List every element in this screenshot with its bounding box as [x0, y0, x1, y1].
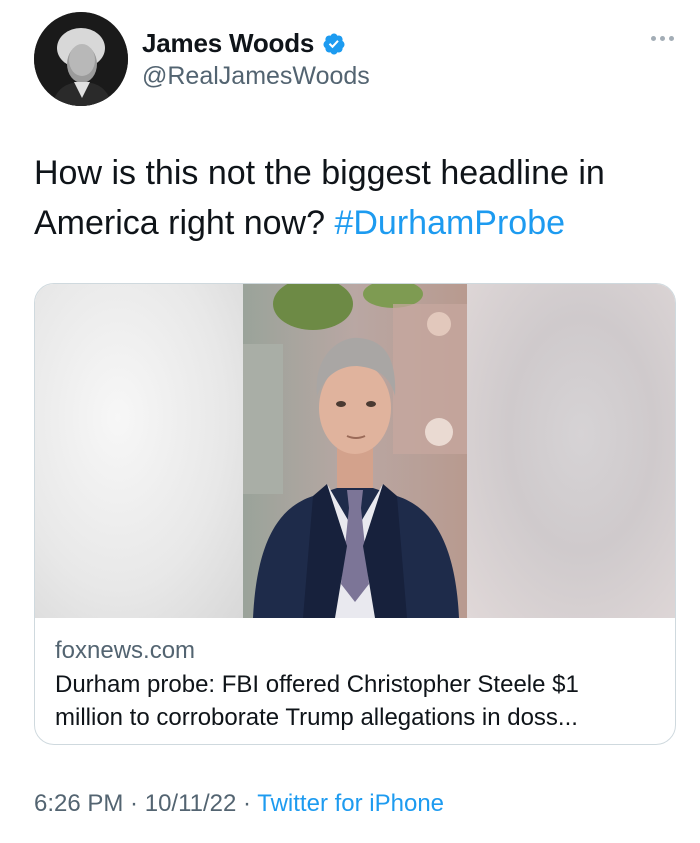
- tweet-meta: 6:26 PM · 10/11/22 · Twitter for iPhone: [34, 790, 444, 818]
- verified-badge-icon: [323, 33, 345, 54]
- card-body: foxnews.com Durham probe: FBI offered Ch…: [35, 618, 675, 734]
- tweet-date[interactable]: 10/11/22: [145, 790, 237, 817]
- meta-separator: ·: [123, 790, 145, 817]
- tweet-time[interactable]: 6:26 PM: [34, 790, 123, 817]
- tweet-text: How is this not the biggest headline in …: [34, 148, 679, 248]
- card-image-blur-right: [467, 284, 675, 618]
- avatar[interactable]: [34, 12, 128, 106]
- more-dot: [660, 36, 665, 41]
- card-image: [35, 284, 675, 618]
- card-photo: [243, 284, 467, 618]
- hashtag-link[interactable]: #DurhamProbe: [334, 204, 565, 242]
- author-handle[interactable]: @RealJamesWoods: [142, 62, 370, 91]
- more-dot: [651, 36, 656, 41]
- meta-separator: ·: [236, 790, 258, 817]
- person-photo: [243, 284, 467, 618]
- author-display-name[interactable]: James Woods: [142, 28, 314, 59]
- more-dot: [669, 36, 674, 41]
- card-image-blur-left: [35, 284, 243, 618]
- card-domain: foxnews.com: [55, 637, 196, 664]
- avatar-image: [34, 12, 128, 106]
- link-card[interactable]: foxnews.com Durham probe: FBI offered Ch…: [34, 283, 676, 745]
- card-title-line: Durham probe: FBI offered Christopher St…: [55, 671, 579, 698]
- tweet-source-link[interactable]: Twitter for iPhone: [257, 790, 444, 817]
- card-title-line: million to corroborate Trump allegations…: [55, 704, 578, 731]
- card-title: Durham probe: FBI offered Christopher St…: [55, 668, 655, 734]
- author-name-row[interactable]: James Woods: [142, 28, 346, 59]
- more-options-icon[interactable]: [651, 36, 674, 41]
